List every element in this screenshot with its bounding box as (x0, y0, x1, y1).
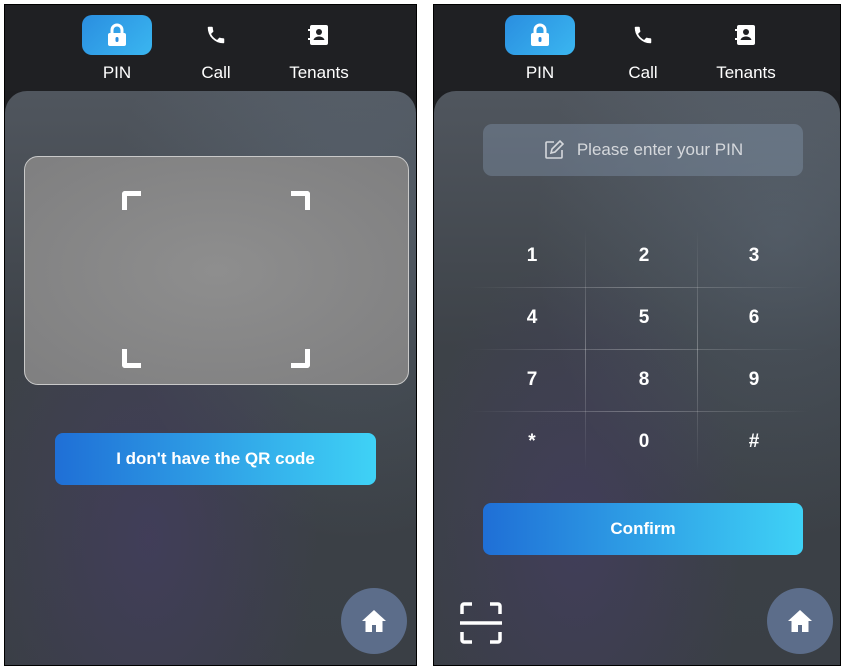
qr-scan-viewfinder (24, 156, 409, 385)
key-6[interactable]: 6 (699, 287, 809, 349)
tab-tenants[interactable]: Tenants (701, 15, 791, 83)
phone-icon (181, 15, 251, 55)
contact-card-icon (711, 15, 781, 55)
scan-qr-icon (460, 602, 502, 644)
pin-content-area: Please enter your PIN 1 2 3 4 5 6 7 8 9 … (434, 91, 840, 665)
viewfinder-corner-top-right (291, 191, 310, 210)
key-5[interactable]: 5 (589, 287, 699, 349)
tab-tenants[interactable]: Tenants (274, 15, 364, 83)
tab-tenants-label: Tenants (289, 63, 349, 82)
key-3[interactable]: 3 (699, 225, 809, 287)
pin-entry-screen: PIN Call Tenants Please enter your PIN 1… (433, 4, 841, 666)
key-hash[interactable]: # (699, 411, 809, 473)
tab-call[interactable]: Call (171, 15, 261, 83)
phone-icon (608, 15, 678, 55)
top-tab-bar: PIN Call Tenants (5, 5, 416, 91)
qr-scan-screen: PIN Call Tenants I don't have the QR cod… (4, 4, 417, 666)
viewfinder-corner-top-left (122, 191, 141, 210)
tab-tenants-label: Tenants (716, 63, 776, 82)
edit-icon (545, 139, 564, 159)
confirm-button[interactable]: Confirm (483, 503, 803, 555)
tab-call[interactable]: Call (598, 15, 688, 83)
confirm-button-label: Confirm (610, 519, 676, 538)
home-button[interactable] (767, 588, 833, 654)
qr-content-area: I don't have the QR code (5, 91, 416, 665)
home-button[interactable] (341, 588, 407, 654)
home-icon (362, 610, 386, 632)
top-tab-bar: PIN Call Tenants (434, 5, 840, 91)
key-2[interactable]: 2 (589, 225, 699, 287)
tab-call-label: Call (201, 63, 231, 82)
tab-pin[interactable]: PIN (495, 15, 585, 83)
no-qr-code-button[interactable]: I don't have the QR code (55, 433, 376, 485)
tab-pin-label: PIN (102, 63, 132, 82)
no-qr-code-button-label: I don't have the QR code (116, 449, 315, 468)
home-icon (788, 610, 812, 632)
key-1[interactable]: 1 (477, 225, 587, 287)
key-7[interactable]: 7 (477, 349, 587, 411)
pin-input[interactable]: Please enter your PIN (483, 124, 803, 176)
tab-call-label: Call (628, 63, 658, 82)
lock-icon (505, 15, 575, 55)
key-0[interactable]: 0 (589, 411, 699, 473)
key-star[interactable]: * (477, 411, 587, 473)
scan-qr-button[interactable] (458, 600, 504, 646)
viewfinder-corner-bottom-left (122, 349, 141, 368)
numeric-keypad: 1 2 3 4 5 6 7 8 9 * 0 # (469, 225, 809, 475)
tab-pin-label: PIN (525, 63, 555, 82)
key-9[interactable]: 9 (699, 349, 809, 411)
contact-card-icon (284, 15, 354, 55)
pin-input-placeholder: Please enter your PIN (576, 140, 744, 159)
lock-icon (82, 15, 152, 55)
viewfinder-corner-bottom-right (291, 349, 310, 368)
tab-pin[interactable]: PIN (72, 15, 162, 83)
key-4[interactable]: 4 (477, 287, 587, 349)
key-8[interactable]: 8 (589, 349, 699, 411)
